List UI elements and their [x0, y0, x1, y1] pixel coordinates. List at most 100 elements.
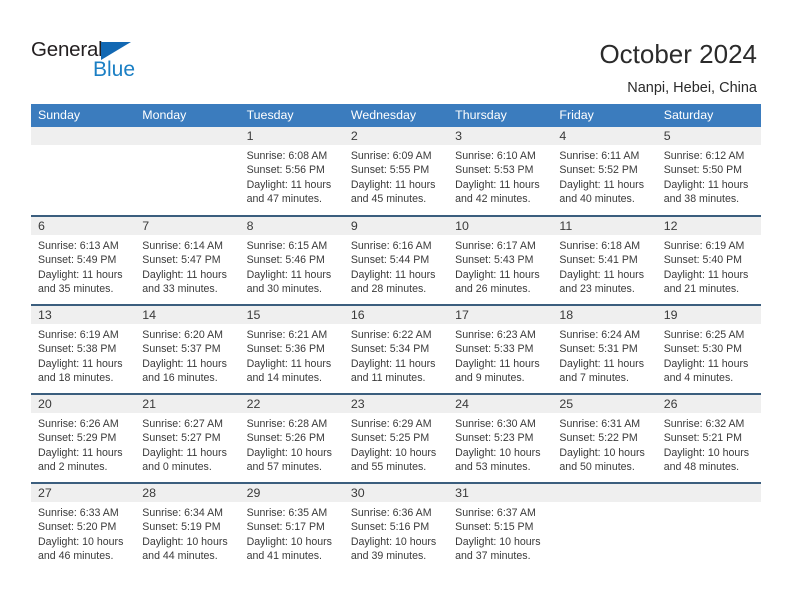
- calendar-day-cell[interactable]: 7 Sunrise: 6:14 AM Sunset: 5:47 PM Daylight…: [135, 215, 240, 305]
- day-details: Sunrise: 6:31 AM Sunset: 5:22 PM Daylight:…: [552, 413, 656, 475]
- calendar-day-cell[interactable]: 23 Sunrise: 6:29 AM Sunset: 5:25 PM Dayligh…: [343, 393, 449, 483]
- weekday-header-friday: Friday: [552, 104, 657, 127]
- general-blue-logo[interactable]: General Blue: [31, 38, 211, 86]
- calendar-day-cell[interactable]: 2 Sunrise: 6:09 AM Sunset: 5:55 PM Daylight…: [343, 127, 449, 216]
- sunset-text: Sunset: 5:47 PM: [142, 254, 221, 267]
- sunset-text: Sunset: 5:17 PM: [246, 521, 325, 534]
- calendar-day-cell[interactable]: 25 Sunrise: 6:31 AM Sunset: 5:22 PM Dayligh…: [552, 393, 657, 483]
- day-number-band: 5: [656, 127, 761, 145]
- calendar-day-cell[interactable]: 20 Sunrise: 6:26 AM Sunset: 5:29 PM Dayligh…: [31, 393, 136, 483]
- day-number-band: 22: [239, 395, 344, 413]
- daylight-text-line2: and 42 minutes.: [455, 193, 531, 206]
- calendar-day-cell[interactable]: 5 Sunrise: 6:12 AM Sunset: 5:50 PM Daylight…: [656, 127, 761, 216]
- calendar-week-row: 27 Sunrise: 6:33 AM Sunset: 5:20 PM Dayligh…: [31, 482, 761, 572]
- day-details: Sunrise: 6:36 AM Sunset: 5:16 PM Daylight:…: [344, 502, 448, 564]
- calendar-day-cell[interactable]: 10 Sunrise: 6:17 AM Sunset: 5:43 PM Dayligh…: [448, 215, 553, 305]
- day-number-band: 28: [135, 484, 240, 502]
- calendar-day-cell[interactable]: 3 Sunrise: 6:10 AM Sunset: 5:53 PM Daylight…: [448, 127, 553, 216]
- calendar-day-cell[interactable]: 11 Sunrise: 6:18 AM Sunset: 5:41 PM Dayligh…: [552, 215, 657, 305]
- calendar-page: General Blue October 2024 Nanpi, Hebei, …: [0, 0, 792, 612]
- calendar-day-cell[interactable]: 13 Sunrise: 6:19 AM Sunset: 5:38 PM Dayligh…: [31, 304, 136, 394]
- calendar-week-row: 20 Sunrise: 6:26 AM Sunset: 5:29 PM Dayligh…: [31, 393, 761, 483]
- day-number: 23: [350, 397, 365, 411]
- sunrise-text: Sunrise: 6:18 AM: [559, 240, 641, 252]
- sunset-text: Sunset: 5:31 PM: [559, 343, 638, 356]
- page-subtitle-location: Nanpi, Hebei, China: [627, 80, 757, 96]
- calendar-day-cell[interactable]: 27 Sunrise: 6:33 AM Sunset: 5:20 PM Dayligh…: [31, 482, 136, 572]
- sunset-text: Sunset: 5:34 PM: [350, 343, 430, 356]
- sunset-text: Sunset: 5:26 PM: [246, 432, 325, 445]
- daylight-text-line2: and 14 minutes.: [246, 372, 322, 385]
- calendar-day-cell[interactable]: 30 Sunrise: 6:36 AM Sunset: 5:16 PM Dayligh…: [343, 482, 449, 572]
- day-number-band: 31: [448, 484, 553, 502]
- sunset-text: Sunset: 5:38 PM: [38, 343, 117, 356]
- sunset-text: Sunset: 5:30 PM: [663, 343, 743, 356]
- weekday-header-sunday: Sunday: [31, 104, 136, 127]
- calendar-week-row: 13 Sunrise: 6:19 AM Sunset: 5:38 PM Dayligh…: [31, 304, 761, 394]
- calendar-day-cell[interactable]: 22 Sunrise: 6:28 AM Sunset: 5:26 PM Dayligh…: [239, 393, 344, 483]
- calendar-day-cell[interactable]: 26 Sunrise: 6:32 AM Sunset: 5:21 PM Dayligh…: [656, 393, 761, 483]
- calendar-day-cell[interactable]: 12 Sunrise: 6:19 AM Sunset: 5:40 PM Dayligh…: [656, 215, 761, 305]
- sunset-text: Sunset: 5:49 PM: [38, 254, 117, 267]
- calendar-day-cell[interactable]: 8 Sunrise: 6:15 AM Sunset: 5:46 PM Daylight…: [239, 215, 344, 305]
- calendar-day-cell-empty: [135, 127, 240, 216]
- calendar-day-cell[interactable]: 4 Sunrise: 6:11 AM Sunset: 5:52 PM Daylight…: [552, 127, 657, 216]
- sunrise-text: Sunrise: 6:37 AM: [455, 507, 536, 519]
- day-number-band: 9: [343, 217, 449, 235]
- day-number-band: 11: [552, 217, 657, 235]
- daylight-text-line2: and 28 minutes.: [350, 283, 427, 296]
- sunset-text: Sunset: 5:25 PM: [350, 432, 430, 445]
- sunset-text: Sunset: 5:36 PM: [246, 343, 325, 356]
- day-number: 16: [350, 308, 365, 322]
- daylight-text-line2: and 33 minutes.: [142, 283, 218, 296]
- calendar-day-cell[interactable]: 29 Sunrise: 6:35 AM Sunset: 5:17 PM Dayligh…: [239, 482, 344, 572]
- sunset-text: Sunset: 5:29 PM: [38, 432, 117, 445]
- daylight-text-line1: Daylight: 10 hours: [350, 535, 437, 548]
- calendar-day-cell[interactable]: 15 Sunrise: 6:21 AM Sunset: 5:36 PM Dayligh…: [239, 304, 344, 394]
- day-number-band: 25: [552, 395, 657, 413]
- daylight-text-line2: and 50 minutes.: [559, 461, 635, 474]
- calendar-grid: Sunday Monday Tuesday Wednesday Thursday Frid…: [31, 104, 761, 572]
- calendar-day-cell[interactable]: 17 Sunrise: 6:23 AM Sunset: 5:33 PM Dayligh…: [448, 304, 553, 394]
- calendar-day-cell[interactable]: 21 Sunrise: 6:27 AM Sunset: 5:27 PM Dayligh…: [135, 393, 240, 483]
- calendar-day-cell[interactable]: 28 Sunrise: 6:34 AM Sunset: 5:19 PM Dayligh…: [135, 482, 240, 572]
- day-number-band: 20: [31, 395, 136, 413]
- daylight-text-line2: and 9 minutes.: [455, 372, 525, 385]
- sunset-text: Sunset: 5:46 PM: [246, 254, 325, 267]
- calendar-table: Sunday Monday Tuesday Wednesday Thursday Frid…: [31, 104, 761, 572]
- daylight-text-line2: and 0 minutes.: [142, 461, 212, 474]
- calendar-week-row: 6 Sunrise: 6:13 AM Sunset: 5:49 PM Daylight…: [31, 215, 761, 305]
- daylight-text-line2: and 44 minutes.: [142, 550, 218, 563]
- calendar-day-cell[interactable]: 19 Sunrise: 6:25 AM Sunset: 5:30 PM Dayligh…: [656, 304, 761, 394]
- calendar-day-cell[interactable]: 24 Sunrise: 6:30 AM Sunset: 5:23 PM Dayligh…: [448, 393, 553, 483]
- calendar-day-cell[interactable]: 31 Sunrise: 6:37 AM Sunset: 5:15 PM Dayligh…: [448, 482, 553, 572]
- sunset-text: Sunset: 5:44 PM: [350, 254, 430, 267]
- sunrise-text: Sunrise: 6:08 AM: [246, 150, 328, 162]
- calendar-day-cell[interactable]: 16 Sunrise: 6:22 AM Sunset: 5:34 PM Dayligh…: [343, 304, 449, 394]
- calendar-day-cell[interactable]: 14 Sunrise: 6:20 AM Sunset: 5:37 PM Dayligh…: [135, 304, 240, 394]
- day-number: 25: [559, 397, 574, 411]
- day-number-band: [656, 484, 761, 502]
- calendar-day-cell[interactable]: 1 Sunrise: 6:08 AM Sunset: 5:56 PM Daylight…: [239, 127, 344, 216]
- calendar-day-cell-empty: [656, 482, 761, 572]
- calendar-day-cell[interactable]: 6 Sunrise: 6:13 AM Sunset: 5:49 PM Daylight…: [31, 215, 136, 305]
- calendar-day-cell-empty: [31, 127, 136, 216]
- calendar-day-cell[interactable]: 18 Sunrise: 6:24 AM Sunset: 5:31 PM Dayligh…: [552, 304, 657, 394]
- day-details: Sunrise: 6:27 AM Sunset: 5:27 PM Daylight:…: [135, 413, 239, 475]
- sunset-text: Sunset: 5:19 PM: [142, 521, 221, 534]
- sunset-text: Sunset: 5:27 PM: [142, 432, 221, 445]
- sunset-text: Sunset: 5:53 PM: [455, 164, 534, 177]
- daylight-text-line1: Daylight: 10 hours: [663, 446, 750, 459]
- day-number: 12: [663, 219, 678, 233]
- sunset-text: Sunset: 5:37 PM: [142, 343, 221, 356]
- logo-text-blue: Blue: [93, 58, 136, 81]
- sunrise-text: Sunrise: 6:21 AM: [246, 329, 328, 341]
- day-details: Sunrise: 6:26 AM Sunset: 5:29 PM Daylight:…: [31, 413, 135, 475]
- daylight-text-line2: and 11 minutes.: [350, 372, 426, 385]
- day-number: 1: [246, 129, 254, 143]
- day-details: Sunrise: 6:08 AM Sunset: 5:56 PM Daylight:…: [240, 145, 344, 207]
- sunrise-text: Sunrise: 6:26 AM: [38, 418, 119, 430]
- day-number-band: 30: [343, 484, 449, 502]
- calendar-day-cell[interactable]: 9 Sunrise: 6:16 AM Sunset: 5:44 PM Daylight…: [343, 215, 449, 305]
- day-number: 20: [38, 397, 52, 411]
